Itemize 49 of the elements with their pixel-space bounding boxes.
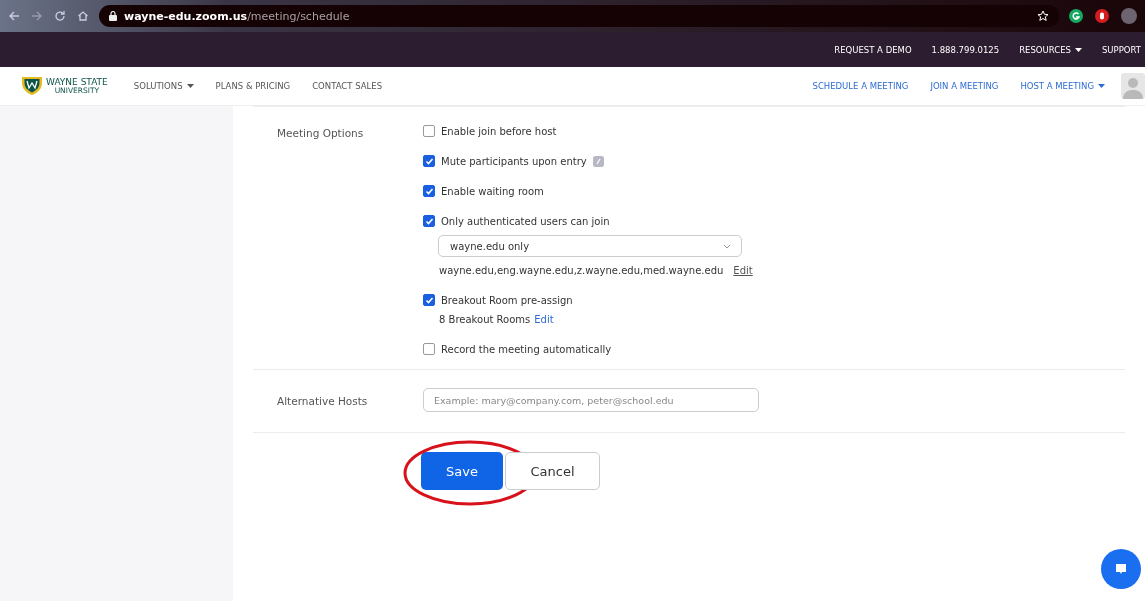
- checkbox[interactable]: [423, 343, 435, 355]
- extension-icon[interactable]: [1095, 9, 1109, 23]
- home-icon[interactable]: [77, 10, 89, 22]
- address-bar[interactable]: wayne-edu.zoom.us/meeting/schedule: [99, 5, 1059, 27]
- back-icon[interactable]: [8, 10, 20, 22]
- logo-text: WAYNE STATE: [46, 77, 108, 87]
- nav-link[interactable]: CONTACT SALES: [312, 81, 383, 91]
- nav-link[interactable]: PLANS & PRICING: [215, 81, 291, 91]
- form-button[interactable]: Save: [421, 452, 503, 490]
- shield-logo-icon[interactable]: [22, 77, 42, 95]
- checkbox-label: Breakout Room pre-assign: [441, 294, 573, 306]
- top-link[interactable]: SUPPORT: [1101, 44, 1141, 55]
- extension-icon[interactable]: [1069, 9, 1083, 23]
- nav-link[interactable]: SOLUTIONS: [133, 81, 194, 91]
- caret-icon: [186, 84, 194, 88]
- section-label: Meeting Options: [276, 126, 365, 141]
- chevron-icon: [723, 243, 731, 249]
- checkbox[interactable]: [423, 185, 435, 197]
- checkbox-label: Only authenticated users can join: [441, 215, 610, 227]
- top-link[interactable]: REQUEST A DEMO: [834, 44, 912, 55]
- checkbox[interactable]: [423, 215, 435, 227]
- chat-button[interactable]: [1101, 549, 1141, 589]
- star-icon[interactable]: [1037, 10, 1049, 22]
- nav-link[interactable]: JOIN A MEETING: [930, 81, 999, 91]
- lock-icon: [109, 11, 117, 21]
- checkbox[interactable]: [423, 294, 435, 306]
- edit-link[interactable]: Edit: [534, 314, 554, 325]
- reload-icon[interactable]: [54, 10, 66, 22]
- caret-icon: [1098, 84, 1105, 88]
- nav-link[interactable]: SCHEDULE A MEETING: [812, 81, 909, 91]
- top-link[interactable]: 1.888.799.0125: [931, 44, 1000, 55]
- checkbox-label: Enable waiting room: [441, 185, 544, 197]
- field-label: Alternative Hosts: [276, 394, 369, 407]
- input-field[interactable]: Example: mary@company.com, peter@school.edu: [423, 388, 759, 412]
- note-text: wayne.edu,eng.wayne.edu,z.wayne.edu,med.wayne.edu: [439, 265, 724, 276]
- note-text: 8 Breakout Rooms: [439, 314, 531, 325]
- form-button[interactable]: Cancel: [505, 452, 600, 490]
- checkbox-label: Mute participants upon entry: [441, 155, 587, 167]
- domain-select[interactable]: wayne.edu only: [438, 235, 742, 257]
- profile-icon[interactable]: [1121, 8, 1137, 24]
- nav-link[interactable]: HOST A MEETING: [1020, 81, 1105, 91]
- top-link[interactable]: RESOURCES: [1019, 44, 1082, 55]
- checkbox-label: Record the meeting automatically: [441, 343, 612, 355]
- chat-icon: [1114, 562, 1128, 576]
- checkbox[interactable]: [423, 155, 435, 167]
- checkbox[interactable]: [423, 125, 435, 137]
- edit-link[interactable]: Edit: [733, 265, 753, 276]
- checkbox-label: Enable join before host: [441, 125, 557, 137]
- caret-icon: [1074, 47, 1082, 52]
